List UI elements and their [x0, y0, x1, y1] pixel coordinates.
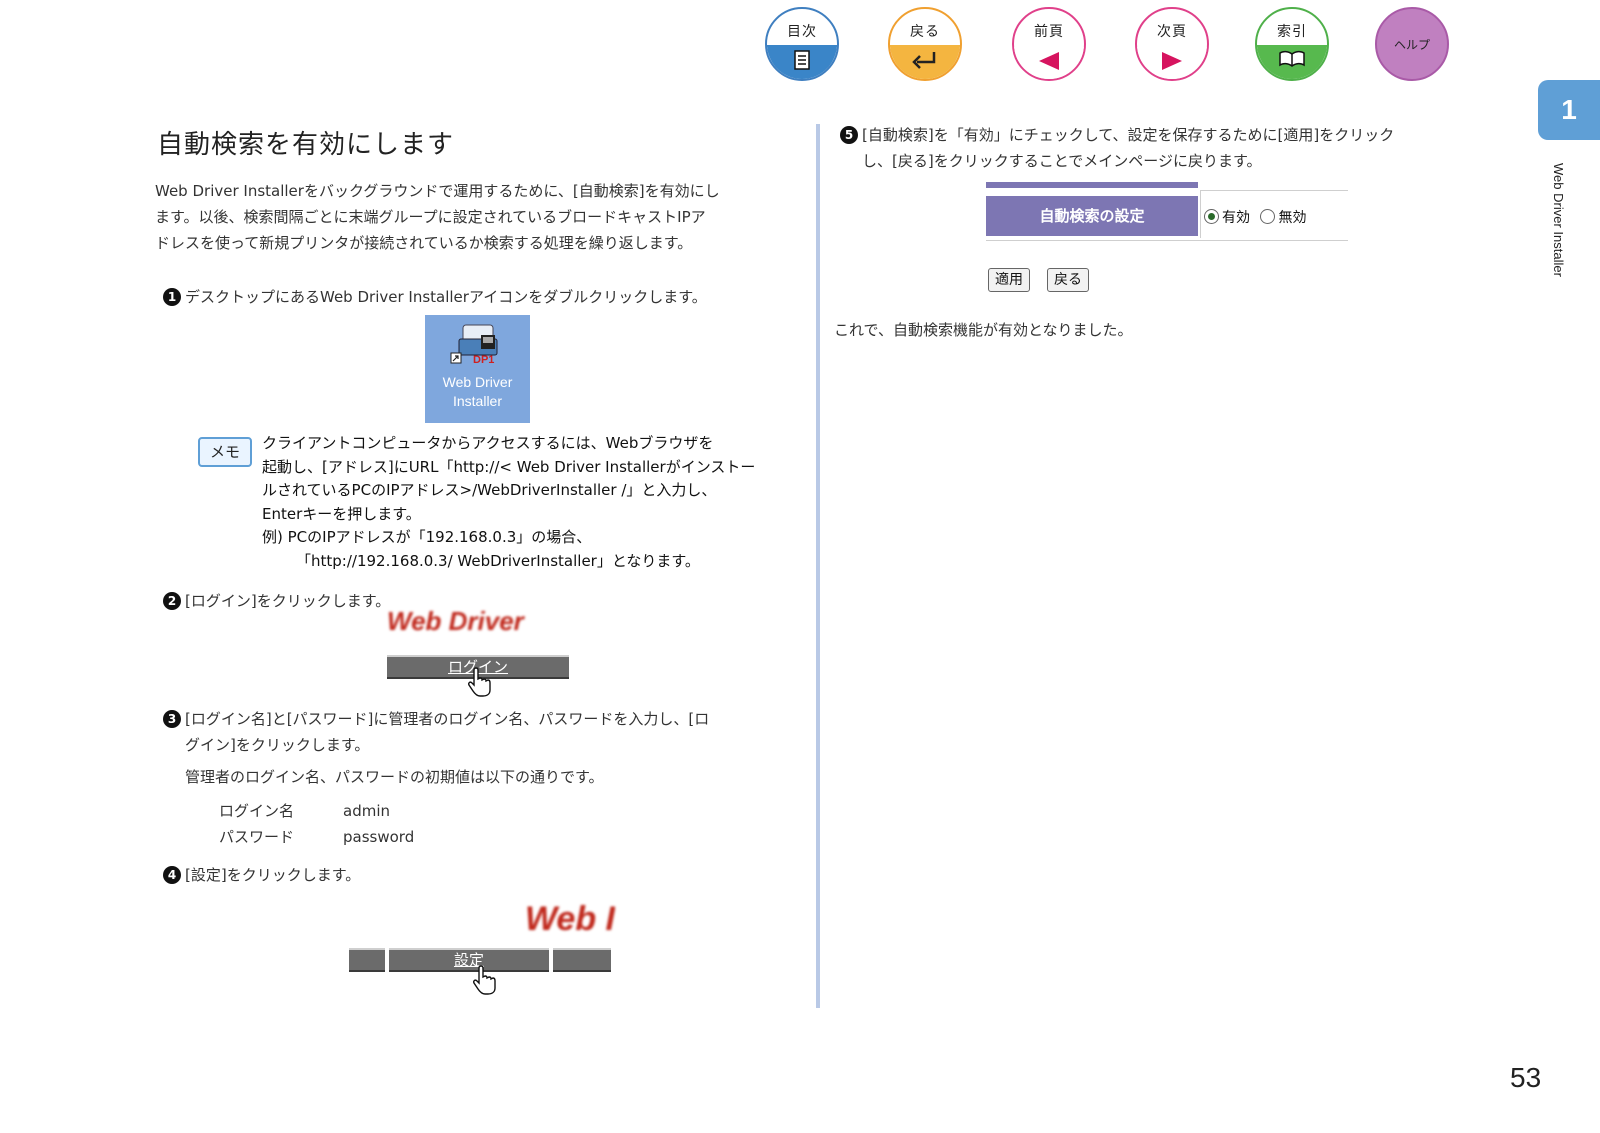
memo-line: 起動し、[アドレス]にURL「http://< Web Driver Insta… [262, 457, 756, 476]
memo-line: クライアントコンピュータからアクセスするには、Webブラウザを [262, 434, 714, 452]
step-text: [自動検索]を「有効」にチェックして、設定を保存するために[適用]をクリック [862, 126, 1395, 144]
intro-line: ます。以後、検索間隔ごとに末端グループに設定されているブロードキャストIPア [155, 208, 706, 226]
defaults-value: password [343, 828, 415, 846]
memo-line: Enterキーを押します。 [262, 504, 421, 523]
page-number: 53 [1510, 1062, 1542, 1093]
defaults-table: ログイン名 admin パスワード password [219, 798, 414, 850]
book-icon [1279, 50, 1305, 67]
apply-button[interactable]: 適用 [988, 268, 1030, 292]
desktop-icon-screenshot: DP1 Web Driver Installer [425, 315, 530, 423]
step-text: デスクトップにあるWeb Driver Installerアイコンをダブルクリッ… [185, 288, 707, 306]
step-number: 1 [163, 288, 181, 306]
nav-index-button[interactable]: 索引 [1255, 7, 1329, 81]
nav-help-label: ヘルプ [1393, 38, 1430, 52]
back-button[interactable]: 戻る [1047, 268, 1089, 292]
step-1: 1 デスクトップにあるWeb Driver Installerアイコンをダブルクリ… [163, 284, 707, 310]
nav-contents-fill [767, 45, 837, 79]
settings-button[interactable]: 設定 [389, 948, 549, 972]
memo-line: 「http://192.168.0.3/ WebDriverInstaller」… [296, 551, 700, 570]
right-triangle-icon [1162, 52, 1182, 70]
intro-paragraph: Web Driver Installerをバックグラウンドで運用するために、[自… [155, 178, 720, 256]
radio-selected-icon [1204, 209, 1219, 224]
nav-prev-fill [1014, 45, 1084, 79]
login-screenshot: Web Driver ログイン [387, 608, 573, 704]
chapter-number: 1 [1561, 94, 1577, 125]
step-number: 4 [163, 866, 181, 884]
table-divider [986, 240, 1348, 241]
radio-disabled[interactable]: 無効 [1260, 209, 1307, 226]
nav-contents-label: 目次 [787, 24, 817, 40]
settings-screenshot: Web I 設定 [349, 898, 615, 1002]
nav-back-button[interactable]: 戻る [888, 7, 962, 81]
hand-cursor-icon [473, 965, 496, 995]
nav-next-fill [1137, 45, 1207, 79]
step-3: 3 [ログイン名]と[パスワード]に管理者のログイン名、パスワードを入力し、[ロ … [163, 706, 709, 758]
auto-search-label: 自動検索の設定 [986, 196, 1198, 236]
step-number: 2 [163, 592, 181, 610]
step-2: 2 [ログイン]をクリックします。 [163, 588, 390, 614]
nav-back-fill [890, 45, 960, 79]
defaults-key: ログイン名 [219, 802, 295, 820]
nav-index-fill [1257, 45, 1327, 79]
nav-prev-page-button[interactable]: 前頁 [1012, 7, 1086, 81]
desktop-icon-caption-line: Installer [452, 393, 503, 409]
step-text: [設定]をクリックします。 [185, 866, 361, 884]
step-number: 5 [840, 126, 858, 144]
page-title: 自動検索を有効にします [157, 130, 455, 160]
step-text: し、[戻る]をクリックすることでメインページに戻ります。 [862, 152, 1262, 170]
step-text: [ログイン名]と[パスワード]に管理者のログイン名、パスワードを入力し、[ロ [185, 710, 710, 728]
step-number: 3 [163, 710, 181, 728]
radio-unselected-icon [1260, 209, 1276, 224]
login-banner: Web Driver [387, 608, 524, 632]
step-5: 5 [自動検索]を「有効」にチェックして、設定を保存するために[適用]をクリック … [840, 122, 1394, 174]
nav-contents-button[interactable]: 目次 [765, 7, 839, 81]
defaults-value: admin [343, 802, 390, 820]
nav-index-label: 索引 [1277, 24, 1307, 40]
table-header-bar [986, 182, 1198, 188]
nav-help-button[interactable]: ヘルプ [1375, 7, 1449, 81]
settings-banner: Web I [524, 902, 615, 936]
left-triangle-icon [1039, 52, 1059, 70]
nav-next-page-button[interactable]: 次頁 [1135, 7, 1209, 81]
memo-badge: メモ [198, 437, 252, 467]
defaults-row: パスワード password [219, 824, 414, 850]
document-icon [794, 50, 810, 70]
column-divider [816, 124, 820, 1008]
intro-line: ドレスを使って新規プリンタが接続されているか検索する処理を繰り返します。 [155, 234, 693, 252]
memo-text: クライアントコンピュータからアクセスするには、Webブラウザを 起動し、[アドレ… [262, 432, 755, 573]
hand-cursor-icon [468, 667, 491, 697]
printer-installer-icon: DP1 [450, 324, 498, 366]
memo-line: 例) PCのIPアドレスが「192.168.0.3」の場合、 [262, 528, 592, 546]
radio-disabled-label: 無効 [1278, 210, 1307, 226]
nav-segment [349, 948, 385, 972]
defaults-key: パスワード [219, 828, 295, 846]
side-chapter-title: Web Driver Installer [1551, 163, 1566, 277]
memo-line: ルされているPCのIPアドレス>/WebDriverInstaller /」と入… [262, 481, 717, 499]
auto-search-settings-table: 自動検索の設定 有効 無効 [986, 182, 1348, 244]
svg-text:DP1: DP1 [473, 354, 494, 366]
auto-search-options: 有効 無効 [1204, 198, 1306, 238]
step-4: 4 [設定]をクリックします。 [163, 862, 360, 888]
return-arrow-icon [912, 52, 936, 69]
defaults-intro: 管理者のログイン名、パスワードの初期値は以下の通りです。 [185, 768, 604, 786]
desktop-icon-caption: Web Driver Installer [425, 373, 530, 411]
nav-back-label: 戻る [910, 24, 940, 40]
radio-enabled-label: 有効 [1222, 210, 1250, 226]
radio-enabled[interactable]: 有効 [1204, 209, 1250, 226]
chapter-tab: 1 [1538, 80, 1600, 140]
table-divider [1200, 190, 1348, 191]
intro-line: Web Driver Installerをバックグラウンドで運用するために、[自… [155, 182, 720, 200]
nav-prev-label: 前頁 [1034, 24, 1064, 40]
step-text: [ログイン]をクリックします。 [185, 592, 391, 610]
nav-segment [553, 948, 611, 972]
step-text: グイン]をクリックします。 [185, 736, 370, 754]
conclusion-text: これで、自動検索機能が有効となりました。 [834, 321, 1133, 339]
defaults-row: ログイン名 admin [219, 798, 414, 824]
table-divider [1200, 190, 1201, 238]
desktop-icon-caption-line: Web Driver [442, 374, 513, 390]
nav-next-label: 次頁 [1157, 24, 1187, 40]
